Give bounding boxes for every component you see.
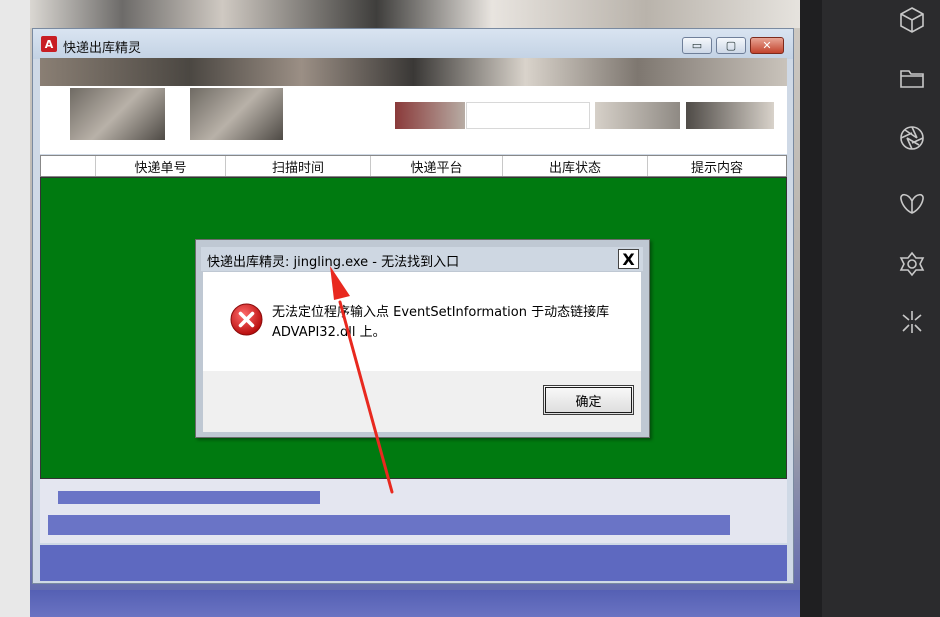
scan-input[interactable] (466, 102, 590, 129)
aperture-icon[interactable] (890, 118, 934, 158)
annotation-arrow-icon (330, 266, 394, 494)
footer-bar (40, 545, 787, 581)
column-header[interactable]: 提示内容 (647, 156, 786, 176)
flower-icon[interactable] (890, 244, 934, 284)
dialog-close-button[interactable]: X (618, 249, 639, 269)
ok-button[interactable]: 确定 (543, 385, 634, 415)
folder-icon[interactable] (890, 58, 934, 98)
butterfly-icon[interactable] (890, 184, 934, 224)
sidebar-edge (800, 0, 822, 617)
app-logo-icon: A (41, 36, 57, 52)
app-title: 快递出库精灵 (63, 41, 142, 56)
maximize-button[interactable]: ▢ (716, 37, 746, 54)
left-frame (0, 0, 30, 617)
thumbnail-photo (190, 88, 283, 140)
app-titlebar[interactable] (33, 29, 793, 59)
thumbnail-photo (395, 102, 465, 129)
header-photo (40, 58, 787, 86)
minimize-button[interactable]: ▭ (682, 37, 712, 54)
background-bottom-strip (30, 590, 800, 617)
column-header[interactable]: 出库状态 (502, 156, 647, 176)
thumbnail-photo (686, 102, 774, 129)
background-top-strip (30, 0, 800, 28)
cube-icon[interactable] (890, 0, 934, 40)
thumbnail-photo (70, 88, 165, 140)
minimize-icon: ▭ (691, 39, 703, 52)
close-icon: ✕ (762, 39, 772, 52)
maximize-icon: ▢ (725, 39, 737, 52)
sparkle-icon[interactable] (890, 302, 934, 342)
column-header[interactable]: 快递平台 (370, 156, 502, 176)
status-bar (48, 515, 730, 535)
thumbnail-photo (595, 102, 680, 129)
error-icon (230, 303, 263, 336)
column-header[interactable]: 快递单号 (95, 156, 225, 176)
table-header-blank (41, 156, 95, 176)
window-close-button[interactable]: ✕ (750, 37, 784, 54)
table-header: 快递单号 扫描时间 快递平台 出库状态 提示内容 (40, 155, 787, 177)
progress-bar (58, 491, 320, 504)
column-header[interactable]: 扫描时间 (225, 156, 370, 176)
